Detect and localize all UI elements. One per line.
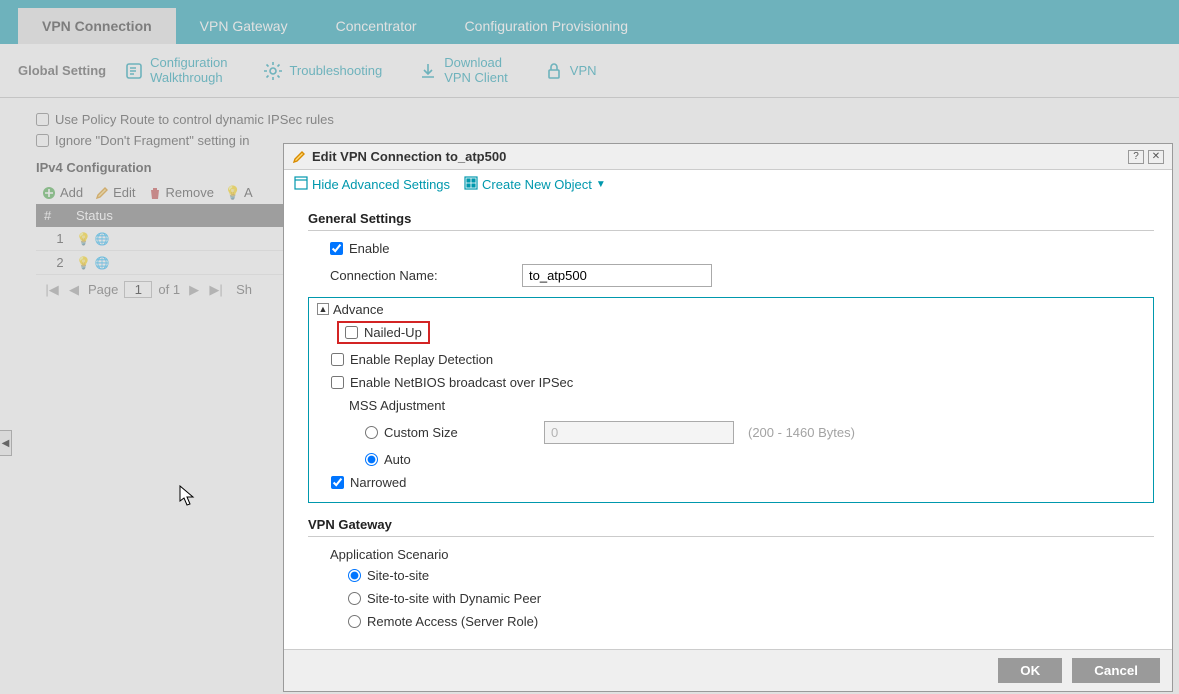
custom-size-input [544, 421, 734, 444]
hide-advanced-settings-button[interactable]: Hide Advanced Settings [294, 176, 450, 193]
cancel-button[interactable]: Cancel [1072, 658, 1160, 683]
custom-size-hint: (200 - 1460 Bytes) [748, 425, 855, 440]
narrowed-checkbox[interactable] [331, 476, 344, 489]
application-scenario-label: Application Scenario [330, 547, 449, 562]
chevron-down-icon: ▼ [596, 179, 606, 190]
netbios-checkbox[interactable] [331, 376, 344, 389]
create-new-object-dropdown[interactable]: Create New Object▼ [464, 176, 606, 193]
site-to-site-dynamic-radio[interactable] [348, 592, 361, 605]
auto-label: Auto [384, 452, 411, 467]
connection-name-label: Connection Name: [330, 268, 522, 283]
replay-detection-label: Enable Replay Detection [350, 352, 493, 367]
dialog-title-text: Edit VPN Connection to_atp500 [312, 149, 1124, 164]
dialog-titlebar: Edit VPN Connection to_atp500 ? ✕ [284, 144, 1172, 170]
remote-access-radio[interactable] [348, 615, 361, 628]
collapse-icon: ▲ [317, 303, 329, 315]
help-button[interactable]: ? [1128, 150, 1144, 164]
replay-detection-checkbox[interactable] [331, 353, 344, 366]
custom-size-radio[interactable] [365, 426, 378, 439]
panel-icon [294, 176, 308, 193]
advance-group: ▲ Advance Nailed-Up Enable Replay Detect… [308, 297, 1154, 503]
general-settings-section: General Settings [308, 211, 1154, 231]
netbios-label: Enable NetBIOS broadcast over IPSec [350, 375, 573, 390]
ok-button[interactable]: OK [998, 658, 1062, 683]
nailed-up-checkbox[interactable] [345, 326, 358, 339]
custom-size-label: Custom Size [384, 425, 544, 440]
mss-adjustment-label: MSS Adjustment [349, 398, 445, 413]
dialog-toolbar: Hide Advanced Settings Create New Object… [284, 170, 1172, 199]
dialog-footer: OK Cancel [284, 649, 1172, 691]
vpn-gateway-section: VPN Gateway [308, 517, 1154, 537]
nailed-up-label: Nailed-Up [364, 325, 422, 340]
connection-name-input[interactable] [522, 264, 712, 287]
narrowed-label: Narrowed [350, 475, 406, 490]
enable-label: Enable [349, 241, 389, 256]
nailed-up-highlight: Nailed-Up [337, 321, 430, 344]
advance-legend[interactable]: ▲ Advance [313, 302, 388, 317]
dialog-body: General Settings Enable Connection Name:… [284, 199, 1172, 649]
edit-icon [292, 150, 306, 164]
remote-access-label: Remote Access (Server Role) [367, 614, 538, 629]
site-to-site-dynamic-label: Site-to-site with Dynamic Peer [367, 591, 541, 606]
enable-checkbox[interactable] [330, 242, 343, 255]
close-button[interactable]: ✕ [1148, 150, 1164, 164]
edit-vpn-connection-dialog: Edit VPN Connection to_atp500 ? ✕ Hide A… [283, 143, 1173, 692]
sidebar-collapse-handle[interactable]: ◀ [0, 430, 12, 456]
site-to-site-radio[interactable] [348, 569, 361, 582]
auto-radio[interactable] [365, 453, 378, 466]
site-to-site-label: Site-to-site [367, 568, 429, 583]
new-object-icon [464, 176, 478, 193]
